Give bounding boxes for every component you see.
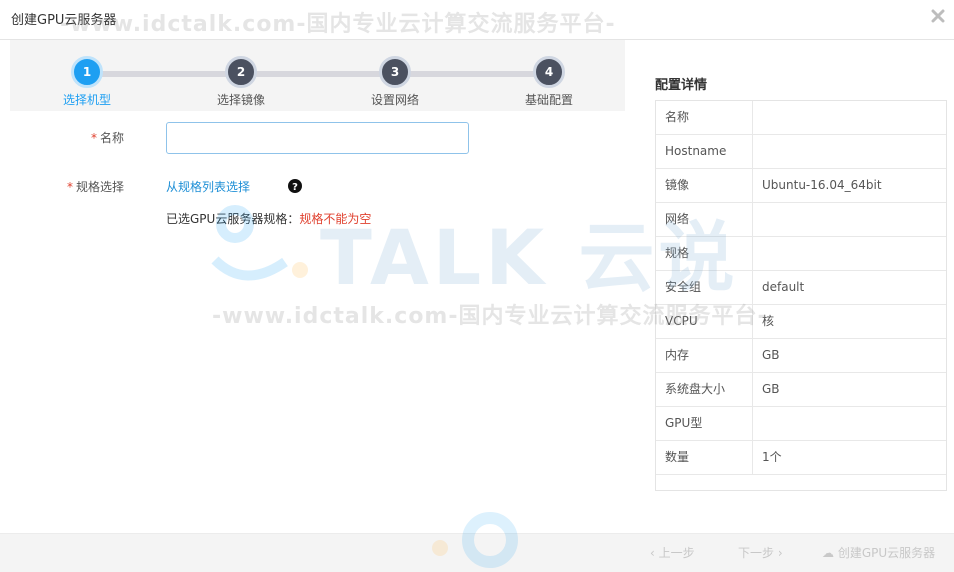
prev-button[interactable]: ‹ 上一步 — [650, 542, 695, 564]
selected-spec-prefix: 已选GPU云服务器规格： — [166, 212, 300, 226]
cloud-icon: ☁ — [822, 546, 838, 560]
step-label: 选择机型 — [62, 93, 111, 107]
required-mark: * — [66, 180, 73, 194]
dialog-header: 创建GPU云服务器 — [0, 0, 954, 40]
required-mark: * — [90, 131, 97, 145]
config-key: 镜像 — [656, 169, 753, 202]
config-value — [753, 407, 946, 440]
spec-error-message: 规格不能为空 — [299, 212, 372, 226]
config-key: VCPU — [656, 305, 753, 338]
dialog-footer: ‹ 上一步 下一步 › ☁ 创建GPU云服务器 — [0, 533, 954, 572]
config-value: 核 — [762, 314, 775, 328]
config-row: 镜像 Ubuntu-16.04_64bit — [656, 169, 946, 203]
step-track — [88, 71, 548, 77]
close-icon[interactable] — [931, 9, 945, 23]
step-4[interactable]: 4 基础配置 — [499, 56, 599, 108]
selected-spec-line: 已选GPU云服务器规格：规格不能为空 — [166, 210, 371, 227]
step-2[interactable]: 2 选择镜像 — [191, 56, 291, 108]
config-row: VCPU 核 — [656, 305, 946, 339]
config-key: 数量 — [656, 441, 753, 474]
config-row: 数量 1个 — [656, 441, 946, 475]
config-value: default — [762, 280, 805, 294]
step-number: 4 — [533, 56, 565, 88]
chevron-right-icon: › — [774, 546, 783, 560]
config-row: 规格 — [656, 237, 946, 271]
next-button-label: 下一步 — [738, 546, 775, 560]
name-input[interactable] — [166, 122, 469, 154]
config-value: GB — [762, 382, 780, 396]
step-label: 基础配置 — [524, 93, 573, 107]
config-table: 名称 Hostname 镜像 Ubuntu-16.04_64bit 网络 规格 安… — [655, 100, 947, 491]
step-1[interactable]: 1 选择机型 — [37, 56, 137, 108]
name-label-text: 名称 — [99, 131, 124, 145]
config-key: 内存 — [656, 339, 753, 372]
config-key: 安全组 — [656, 271, 753, 304]
step-label: 设置网络 — [370, 93, 419, 107]
create-button-label: 创建GPU云服务器 — [837, 546, 936, 560]
chevron-left-icon: ‹ — [650, 546, 659, 560]
spec-label: * 规格选择 — [4, 178, 124, 195]
name-label: * 名称 — [4, 129, 124, 146]
config-key: Hostname — [656, 135, 753, 168]
config-row: GPU型 — [656, 407, 946, 441]
dialog-title: 创建GPU云服务器 — [11, 13, 117, 28]
step-number: 2 — [225, 56, 257, 88]
config-row: Hostname — [656, 135, 946, 169]
config-value — [753, 203, 946, 236]
svg-text:?: ? — [292, 182, 298, 193]
config-value: Ubuntu-16.04_64bit — [762, 178, 882, 192]
config-value: GB — [762, 348, 780, 362]
config-value: 1个 — [762, 450, 782, 464]
config-key: 网络 — [656, 203, 753, 236]
config-value — [753, 237, 946, 270]
config-value — [753, 101, 946, 134]
config-key: 系统盘大小 — [656, 373, 753, 406]
select-spec-link[interactable]: 从规格列表选择 — [166, 178, 250, 195]
step-3[interactable]: 3 设置网络 — [345, 56, 445, 108]
step-number: 1 — [71, 56, 103, 88]
config-row: 网络 — [656, 203, 946, 237]
config-row: 名称 — [656, 101, 946, 135]
config-row: 系统盘大小 GB — [656, 373, 946, 407]
config-key: 规格 — [656, 237, 753, 270]
config-value — [753, 135, 946, 168]
create-button[interactable]: ☁ 创建GPU云服务器 — [822, 542, 935, 564]
config-row: 安全组 default — [656, 271, 946, 305]
config-key: 名称 — [656, 101, 753, 134]
config-row: 内存 GB — [656, 339, 946, 373]
config-title: 配置详情 — [655, 78, 708, 93]
step-number: 3 — [379, 56, 411, 88]
step-label: 选择镜像 — [216, 93, 265, 107]
next-button[interactable]: 下一步 › — [738, 542, 783, 564]
spec-label-text: 规格选择 — [75, 180, 124, 194]
step-progress: 1 选择机型 2 选择镜像 3 设置网络 4 基础配置 — [10, 40, 625, 111]
prev-button-label: 上一步 — [658, 546, 695, 560]
config-key: GPU型 — [656, 407, 753, 440]
help-icon[interactable]: ? — [288, 179, 302, 193]
